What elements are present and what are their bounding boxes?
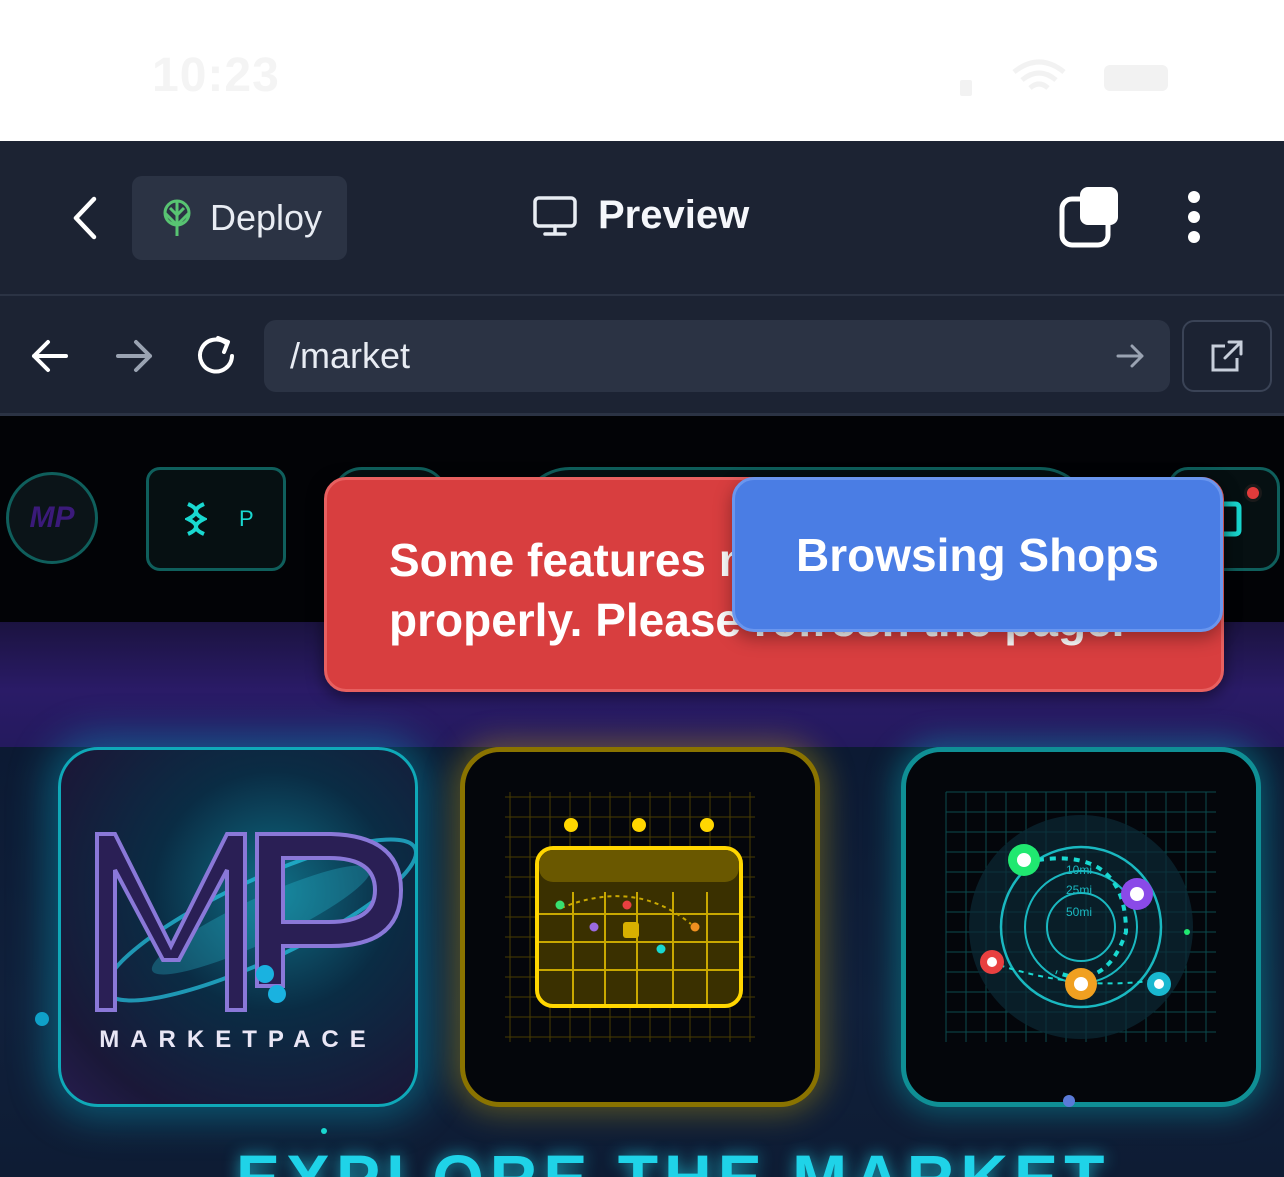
wifi-icon — [1012, 59, 1066, 90]
radar-ring-label-10: 10mi — [1066, 863, 1092, 877]
radar-ring-label-50: 50mi — [1066, 905, 1092, 919]
points-label: P — [239, 506, 254, 531]
avatar-text: MP — [29, 501, 75, 534]
url-text: /market — [290, 335, 411, 376]
open-external-button[interactable] — [1182, 320, 1272, 392]
calendar-icon — [505, 792, 755, 1042]
hero-title: EXPLORE THE MARKET — [236, 1140, 1110, 1177]
decorative-dot — [321, 1128, 327, 1134]
info-toast-text: Browsing Shops — [796, 528, 1159, 581]
dna-icon — [185, 502, 207, 536]
nav-forward-icon[interactable] — [112, 334, 156, 378]
radar-ring-label-25: 25mi — [1066, 883, 1092, 897]
status-bar: 10:23 — [0, 0, 1284, 141]
status-icons — [956, 58, 1174, 98]
tabs-icon — [1059, 187, 1118, 248]
deploy-button[interactable]: Deploy — [132, 176, 347, 260]
preview-label: Preview — [598, 193, 750, 237]
external-link-icon — [1211, 340, 1243, 372]
monitor-icon — [533, 195, 577, 236]
tabs-button[interactable] — [1056, 185, 1122, 251]
deploy-icon — [163, 199, 191, 236]
chevron-left-icon — [73, 196, 97, 240]
kebab-icon-dot — [1188, 231, 1200, 243]
top-toolbar: Deploy Preview — [0, 141, 1284, 296]
brand-word: MARKETPACE — [99, 1026, 377, 1053]
back-button[interactable] — [60, 193, 110, 243]
nav-back-icon[interactable] — [28, 334, 72, 378]
url-input[interactable]: /market — [264, 320, 1170, 392]
nearby-radar-tile[interactable]: 10mi 25mi 50mi — [901, 747, 1261, 1107]
points-chip[interactable]: P — [146, 467, 286, 571]
signal-icon — [960, 80, 972, 96]
events-calendar-tile[interactable] — [460, 747, 820, 1107]
kebab-icon-dot — [1188, 211, 1200, 223]
decorative-dot — [1063, 1095, 1075, 1107]
reload-icon[interactable] — [194, 334, 238, 378]
url-bar: /market — [0, 296, 1284, 416]
avatar[interactable]: MP — [6, 472, 98, 564]
status-time: 10:23 — [152, 49, 280, 102]
arrow-right-icon[interactable] — [1114, 340, 1146, 372]
kebab-icon-dot — [1188, 191, 1200, 203]
notification-dot — [1244, 484, 1262, 502]
preview-title: Preview — [532, 193, 749, 238]
battery-icon — [1104, 65, 1168, 91]
deploy-label: Deploy — [210, 197, 323, 238]
radar-map-icon: 10mi 25mi 50mi — [945, 791, 1216, 1042]
info-toast[interactable]: Browsing Shops — [732, 477, 1223, 632]
decorative-dot — [35, 1012, 49, 1026]
more-menu-button[interactable] — [1170, 187, 1218, 247]
marketpace-logo-tile[interactable]: MARKETPACE — [58, 747, 418, 1107]
